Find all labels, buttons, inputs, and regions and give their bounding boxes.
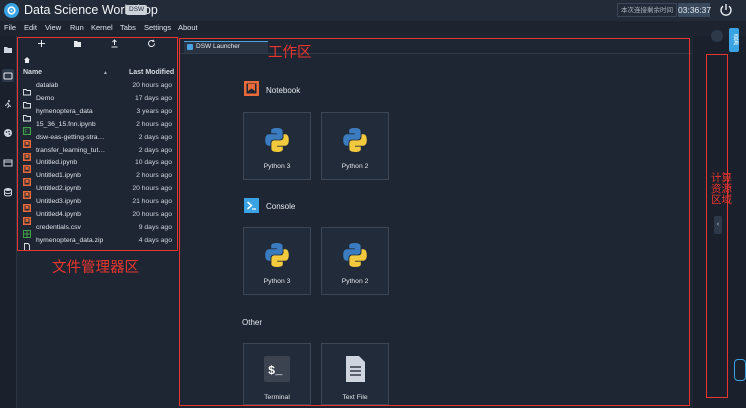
menu-view[interactable]: View (45, 23, 61, 32)
database-icon[interactable] (3, 187, 13, 197)
running-kernels-icon[interactable] (3, 71, 13, 81)
resource-annotation-label: 计算资源区域 (711, 172, 732, 206)
menu-bar: File Edit View Run Kernel Tabs Settings … (0, 21, 746, 36)
file-manager-annotation-box (17, 37, 178, 251)
menu-edit[interactable]: Edit (24, 23, 37, 32)
resource-tab-label: 资源 (732, 34, 738, 45)
menu-settings[interactable]: Settings (144, 23, 171, 32)
power-icon[interactable] (718, 2, 734, 18)
top-bar: Data Science Workshop DSW 本次连接剩余时间 03:36… (0, 0, 746, 21)
menu-about[interactable]: About (178, 23, 198, 32)
resource-tab[interactable]: 资源 (729, 28, 739, 52)
tabs-icon[interactable] (3, 158, 13, 168)
left-sidebar (0, 36, 17, 408)
runner-icon[interactable] (3, 99, 13, 109)
menu-tabs[interactable]: Tabs (120, 23, 136, 32)
menu-file[interactable]: File (4, 23, 16, 32)
menu-run[interactable]: Run (70, 23, 84, 32)
workspace-annotation-label: 工作区 (268, 45, 312, 61)
floating-helper-icon[interactable] (734, 359, 746, 381)
resource-annotation-box (706, 54, 728, 398)
file-manager-annotation-label: 文件管理器区 (52, 260, 139, 276)
session-timer: 03:36:37 (678, 3, 712, 17)
folder-icon[interactable] (3, 45, 13, 55)
menu-kernel[interactable]: Kernel (91, 23, 113, 32)
palette-icon[interactable] (3, 128, 13, 138)
dsw-logo-icon (4, 3, 19, 18)
env-badge: DSW (126, 5, 148, 15)
session-remaining-label: 本次连接剩余时间 (617, 3, 677, 17)
expand-icon[interactable] (711, 30, 723, 42)
workspace-annotation-box (179, 38, 690, 406)
